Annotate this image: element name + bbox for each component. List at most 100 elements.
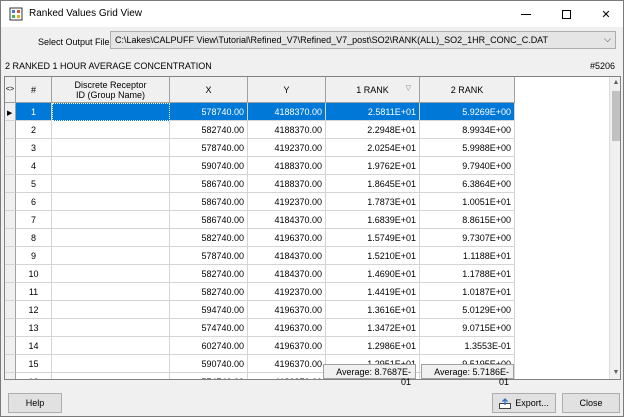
cell-y[interactable]: 4192370.00 [248,283,326,301]
cell-rank1[interactable]: 1.5749E+01 [326,229,420,247]
table-row[interactable]: 13 574740.00 4196370.00 1.3472E+01 9.0715E+0… [5,319,515,337]
table-row[interactable]: 10 582740.00 4184370.00 1.4690E+01 1.1788E+0… [5,265,515,283]
table-row[interactable]: 4 590740.00 4188370.00 1.9762E+01 9.7940E+00 [5,157,515,175]
table-row[interactable]: 6 586740.00 4192370.00 1.7873E+01 1.0051E+01 [5,193,515,211]
cell-rank2[interactable]: 1.1188E+01 [420,247,515,265]
table-row[interactable]: 11 582740.00 4192370.00 1.4419E+01 1.0187E+0… [5,283,515,301]
cell-rank2[interactable]: 8.8615E+00 [420,211,515,229]
cell-receptor-id[interactable] [52,265,170,283]
cell-receptor-id[interactable] [52,175,170,193]
column-header-y[interactable]: Y [248,77,326,103]
cell-num[interactable]: 15 [16,355,52,373]
table-row[interactable]: 12 594740.00 4196370.00 1.3616E+01 5.0129E+0… [5,301,515,319]
cell-num[interactable]: 16 [16,373,52,379]
cell-rank2[interactable]: 1.0051E+01 [420,193,515,211]
cell-num[interactable]: 5 [16,175,52,193]
table-row[interactable]: 14 602740.00 4196370.00 1.2986E+01 1.3553E-0… [5,337,515,355]
cell-rank1[interactable]: 1.5210E+01 [326,247,420,265]
cell-rank2[interactable]: 9.7307E+00 [420,229,515,247]
cell-num[interactable]: 8 [16,229,52,247]
cell-y[interactable]: 4188370.00 [248,157,326,175]
cell-x[interactable]: 582740.00 [170,121,248,139]
cell-receptor-id[interactable] [52,103,170,121]
cell-x[interactable]: 594740.00 [170,301,248,319]
cell-receptor-id[interactable] [52,211,170,229]
cell-rank1[interactable]: 1.3472E+01 [326,319,420,337]
cell-receptor-id[interactable] [52,319,170,337]
cell-rank2[interactable]: 9.0715E+00 [420,319,515,337]
cell-x[interactable]: 582740.00 [170,283,248,301]
title-bar[interactable]: Ranked Values Grid View ✕ [1,1,623,27]
cell-receptor-id[interactable] [52,283,170,301]
cell-receptor-id[interactable] [52,193,170,211]
cell-y[interactable]: 4192370.00 [248,193,326,211]
vertical-scrollbar[interactable]: ▲ ▼ [609,77,620,379]
close-window-button[interactable]: ✕ [587,1,624,27]
cell-x[interactable]: 574740.00 [170,373,248,379]
cell-rank2[interactable]: 9.7940E+00 [420,157,515,175]
cell-x[interactable]: 586740.00 [170,211,248,229]
cell-rank2[interactable]: 1.1788E+01 [420,265,515,283]
cell-y[interactable]: 4196370.00 [248,319,326,337]
cell-y[interactable]: 4188370.00 [248,121,326,139]
table-row[interactable]: 8 582740.00 4196370.00 1.5749E+01 9.7307E+00 [5,229,515,247]
cell-x[interactable]: 574740.00 [170,319,248,337]
cell-rank2[interactable]: 1.3553E-01 [420,337,515,355]
table-row[interactable]: ▶ 1 578740.00 4188370.00 2.5811E+01 5.9269E+0… [5,103,515,121]
cell-num[interactable]: 6 [16,193,52,211]
scroll-down-icon[interactable]: ▼ [610,367,620,379]
cell-receptor-id[interactable] [52,373,170,379]
cell-y[interactable]: 4180370.00 [248,373,326,379]
column-header-rank1[interactable]: 1 RANK ▽ [326,77,420,103]
cell-receptor-id[interactable] [52,301,170,319]
table-row[interactable]: 5 586740.00 4188370.00 1.8645E+01 6.3864E+00 [5,175,515,193]
table-row[interactable]: 9 578740.00 4184370.00 1.5210E+01 1.1188E+01 [5,247,515,265]
cell-rank2[interactable]: 5.9269E+00 [420,103,515,121]
cell-rank1[interactable]: 1.3616E+01 [326,301,420,319]
cell-num[interactable]: 1 [16,103,52,121]
cell-receptor-id[interactable] [52,355,170,373]
maximize-button[interactable] [547,1,585,27]
cell-y[interactable]: 4196370.00 [248,355,326,373]
output-file-dropdown[interactable]: C:\Lakes\CALPUFF View\Tutorial\Refined_V… [110,31,616,49]
scroll-thumb[interactable] [612,91,620,141]
cell-num[interactable]: 10 [16,265,52,283]
column-header-receptor-id[interactable]: Discrete Receptor ID (Group Name) [52,77,170,103]
cell-x[interactable]: 582740.00 [170,229,248,247]
cell-y[interactable]: 4196370.00 [248,229,326,247]
cell-y[interactable]: 4188370.00 [248,103,326,121]
cell-rank2[interactable]: 6.3864E+00 [420,175,515,193]
cell-x[interactable]: 578740.00 [170,103,248,121]
cell-receptor-id[interactable] [52,337,170,355]
cell-rank1[interactable]: 1.2986E+01 [326,337,420,355]
cell-num[interactable]: 7 [16,211,52,229]
cell-rank1[interactable]: 1.4690E+01 [326,265,420,283]
cell-x[interactable]: 590740.00 [170,157,248,175]
cell-num[interactable]: 3 [16,139,52,157]
cell-rank2[interactable]: 5.9988E+00 [420,139,515,157]
minimize-button[interactable] [507,1,545,27]
help-button[interactable]: Help [8,393,62,413]
cell-y[interactable]: 4184370.00 [248,265,326,283]
cell-x[interactable]: 586740.00 [170,193,248,211]
cell-num[interactable]: 4 [16,157,52,175]
cell-rank1[interactable]: 1.4419E+01 [326,283,420,301]
cell-y[interactable]: 4192370.00 [248,139,326,157]
cell-rank1[interactable]: 2.2948E+01 [326,121,420,139]
cell-rank2[interactable]: 5.0129E+00 [420,301,515,319]
cell-receptor-id[interactable] [52,157,170,175]
column-header-rank2[interactable]: 2 RANK [420,77,515,103]
cell-receptor-id[interactable] [52,139,170,157]
cell-x[interactable]: 586740.00 [170,175,248,193]
cell-x[interactable]: 578740.00 [170,247,248,265]
cell-x[interactable]: 582740.00 [170,265,248,283]
cell-y[interactable]: 4196370.00 [248,301,326,319]
column-header-num[interactable]: # [16,77,52,103]
cell-num[interactable]: 13 [16,319,52,337]
cell-x[interactable]: 578740.00 [170,139,248,157]
cell-rank1[interactable]: 1.7873E+01 [326,193,420,211]
cell-receptor-id[interactable] [52,229,170,247]
cell-rank2[interactable]: 8.9934E+00 [420,121,515,139]
cell-y[interactable]: 4184370.00 [248,211,326,229]
cell-rank1[interactable]: 2.0254E+01 [326,139,420,157]
